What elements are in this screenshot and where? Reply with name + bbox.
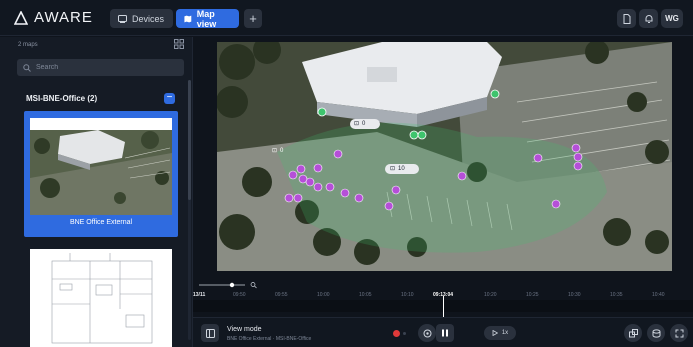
timeline-tick: 09:55 [275,292,288,298]
aerial-map [217,42,672,271]
bell-icon [645,14,652,23]
pause-button[interactable] [436,324,454,342]
grid-view-icon[interactable] [174,39,184,49]
brand: AWARE [14,9,93,26]
snapshot-button[interactable] [418,324,436,342]
play-icon [492,330,498,336]
timeline-tick: 10:40 [652,292,665,298]
timeline-tick: 10:25 [526,292,539,298]
record-indicator[interactable] [393,330,400,337]
timeline-tick: 10:10 [401,292,414,298]
camera-icon: ⊡ [354,121,360,127]
map-card-floorplan[interactable] [30,249,172,347]
devices-icon [118,14,127,23]
target-icon [423,329,431,337]
map-card-selected[interactable]: BNE Office External [24,111,178,237]
user-avatar[interactable]: WG [661,9,683,28]
tab-devices[interactable]: Devices [110,9,173,28]
map-group-title[interactable]: MSI-BNE-Office (2) [26,94,97,103]
tab-devices-label: Devices [132,13,165,24]
floorplan-thumbnail [30,249,172,347]
tab-map-view[interactable]: Map view [176,8,239,29]
sidebar-scroll-thumb[interactable] [188,80,191,200]
playback-speed-label: 1x [501,330,509,336]
aware-logo-icon [14,10,28,25]
timeline[interactable]: 13/11 09:50 09:55 10:00 10:05 10:10 09:1… [193,279,693,318]
layers-button[interactable] [624,324,642,342]
map-icon [184,15,192,22]
sidebar: 2 maps MSI-BNE-Office (2) − [0,37,193,347]
timeline-tick: 09:50 [233,292,246,298]
timeline-playhead[interactable] [443,296,444,318]
bottom-bar: View mode BNE Office External · MSI-BNE-… [193,317,693,347]
map-thumbnail-aerial [30,118,172,215]
timeline-tick: 10:35 [610,292,623,298]
camera-icon: ⊡ [390,166,396,172]
map-card-label: BNE Office External [69,219,133,226]
fullscreen-button[interactable] [670,324,688,342]
mode-title: View mode [227,326,262,333]
device-count: 0 [362,120,366,127]
sidebar-icon [205,328,215,338]
search-icon [23,63,31,72]
device-badge[interactable]: ⊡ 0 [272,147,284,155]
notifications-button[interactable] [639,9,658,28]
toggle-sidebar-button[interactable] [201,324,219,342]
maps-count: 2 maps [18,42,38,48]
device-count: 10 [398,165,405,172]
add-tab-button[interactable]: + [244,9,262,28]
camera-icon: ⊡ [272,148,278,154]
map-canvas[interactable]: ⊡ 0 ⊡ 0 ⊡ 10 [217,42,672,271]
mode-subtitle: BNE Office External · MSI-BNE-Office [227,336,312,342]
device-count: 0 [280,147,284,154]
expand-icon [675,329,683,337]
device-badge[interactable]: ⊡ 10 [390,165,405,173]
search-input[interactable] [36,64,176,71]
brand-name: AWARE [34,9,93,26]
timeline-tick: 10:20 [484,292,497,298]
layers-icon [628,328,638,337]
pause-icon [442,329,448,337]
stack-button[interactable] [647,324,665,342]
zoom-slider[interactable] [199,281,259,289]
timeline-date: 13/11 [193,292,206,298]
tab-map-view-label: Map view [196,8,217,29]
collapse-group-button[interactable]: − [164,93,175,104]
playback-speed-button[interactable]: 1x [484,326,516,340]
timeline-tick: 10:30 [568,292,581,298]
record-secondary-indicator [403,332,406,335]
search-box[interactable] [17,59,184,76]
timeline-tick: 10:00 [317,292,330,298]
top-bar: AWARE Devices Map view + WG [0,0,693,36]
document-button[interactable] [617,9,636,28]
document-icon [623,13,630,24]
stack-icon [652,328,660,338]
timeline-tick: 10:05 [359,292,372,298]
device-badge[interactable]: ⊡ 0 [354,120,366,128]
